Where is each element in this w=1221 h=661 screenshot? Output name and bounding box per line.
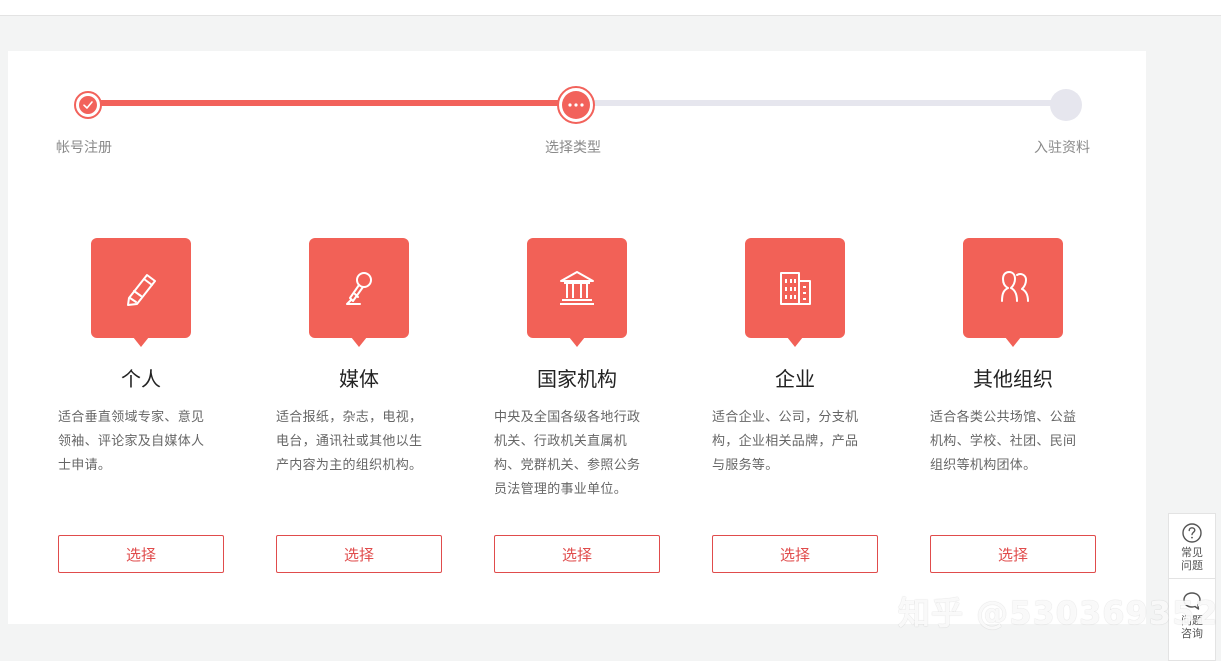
type-description: 适合企业、公司，分支机 构，企业相关品牌，产品 与服务等。 — [712, 410, 859, 473]
side-divider — [1169, 578, 1215, 579]
step-1-done-marker — [74, 91, 102, 119]
progress-track-pending — [578, 100, 1068, 106]
top-bar — [0, 0, 1221, 16]
type-icon-box — [527, 238, 627, 347]
select-enterprise-button[interactable]: 选择 — [712, 535, 878, 573]
type-title: 国家机构 — [537, 367, 617, 391]
type-description: 中央及全国各级各地行政 机关、行政机关直属机 构、党群机关、参照公务 员法管理的… — [494, 410, 641, 497]
step-3-pending-marker — [1050, 89, 1082, 121]
type-title: 媒体 — [339, 367, 379, 391]
select-government-button[interactable]: 选择 — [494, 535, 660, 573]
check-icon — [83, 101, 93, 109]
microphone-icon — [346, 272, 372, 305]
step-label-register: 帐号注册 — [56, 140, 112, 156]
type-selection-card: 帐号注册 选择类型 入驻资料 个人 适合垂直领域专家、意见 领袖、评论家及自媒体… — [8, 51, 1146, 624]
government-building-icon — [560, 271, 594, 305]
office-building-icon — [780, 272, 811, 305]
more-dots-icon — [568, 103, 584, 107]
select-media-button[interactable]: 选择 — [276, 535, 442, 573]
select-personal-button[interactable]: 选择 — [58, 535, 224, 573]
type-icon-box — [745, 238, 845, 347]
group-people-icon — [1001, 271, 1029, 302]
type-description: 适合报纸，杂志，电视， 电台，通讯社或其他以生 产内容为主的组织机构。 — [276, 410, 423, 473]
type-title: 其他组织 — [973, 367, 1053, 391]
step-label-profile: 入驻资料 — [1034, 140, 1090, 156]
question-icon — [1182, 523, 1202, 543]
type-title: 企业 — [775, 367, 815, 391]
type-icon-box — [91, 238, 191, 347]
type-icon-box — [309, 238, 409, 347]
type-description: 适合各类公共场馆、公益 机构、学校、社团、民间 组织等机构团体。 — [930, 410, 1077, 473]
type-description: 适合垂直领域专家、意见 领袖、评论家及自媒体人 士申请。 — [58, 410, 205, 473]
type-icon-box — [963, 238, 1063, 347]
progress-track-completed — [88, 100, 578, 106]
side-help-widget: 常见问题 问题咨询 — [1168, 513, 1216, 661]
faq-button[interactable]: 常见问题 — [1169, 522, 1215, 586]
faq-label: 常见问题 — [1181, 546, 1203, 572]
step-2-current-marker — [557, 86, 595, 124]
pencil-icon — [127, 274, 156, 306]
select-other-org-button[interactable]: 选择 — [930, 535, 1096, 573]
step-label-select-type: 选择类型 — [545, 140, 601, 156]
watermark: 知乎 @530369352 — [898, 594, 1219, 632]
type-title: 个人 — [121, 367, 161, 391]
